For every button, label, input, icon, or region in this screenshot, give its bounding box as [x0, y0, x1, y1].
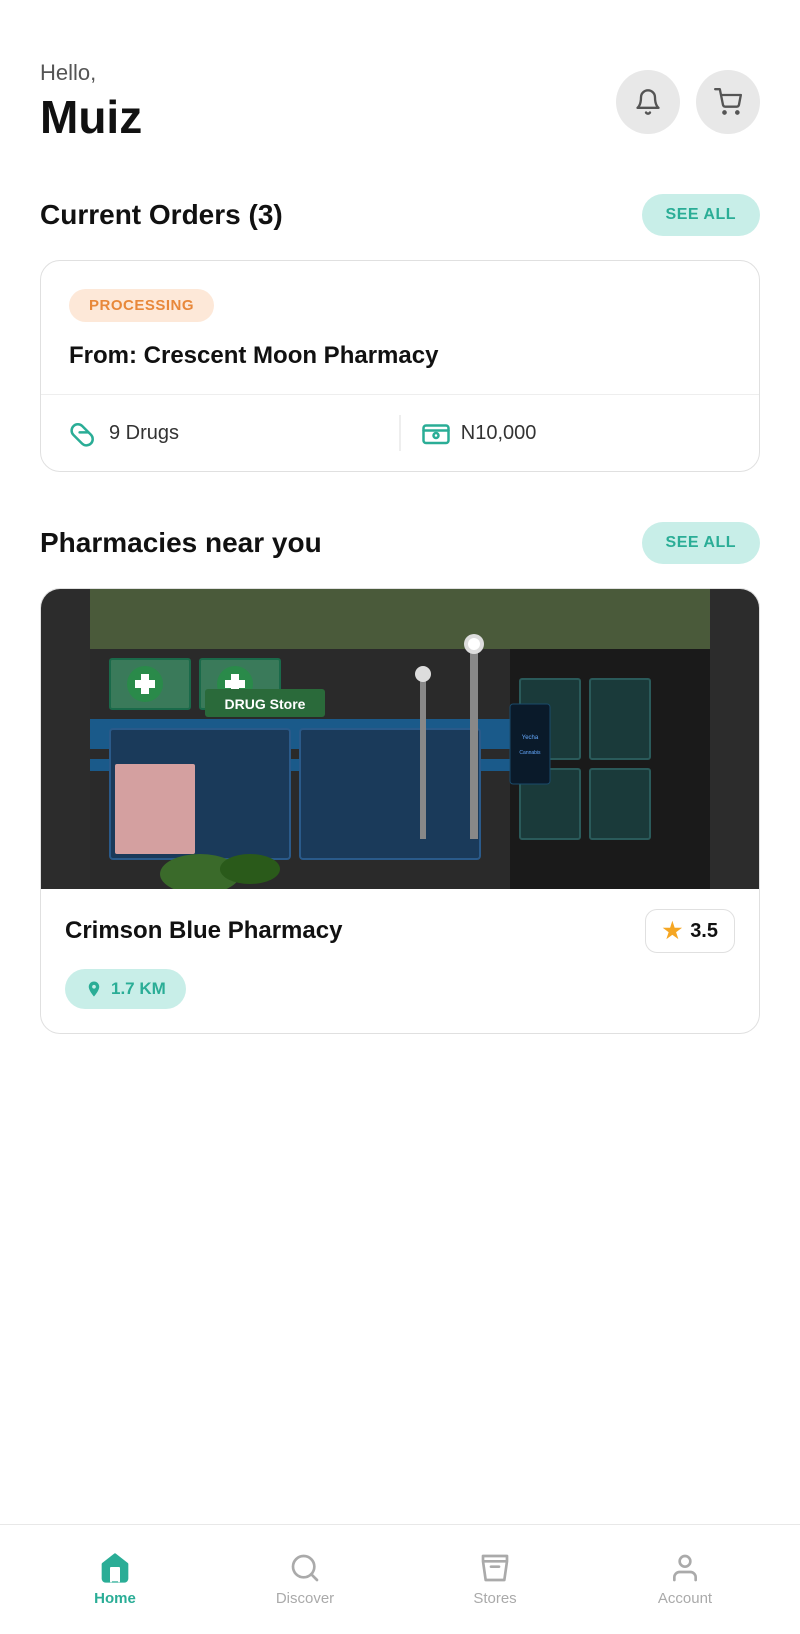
- discover-nav-icon: [289, 1552, 321, 1584]
- pharmacy-card[interactable]: DRUG Store: [40, 588, 760, 1034]
- stores-nav-label: Stores: [473, 1590, 516, 1607]
- cart-icon: [714, 88, 742, 116]
- order-price: N10,000: [461, 422, 537, 445]
- order-card[interactable]: PROCESSING From: Crescent Moon Pharmacy …: [40, 260, 760, 472]
- svg-text:Yecha: Yecha: [522, 735, 539, 741]
- store-facade-image: DRUG Store: [41, 589, 759, 889]
- current-orders-see-all[interactable]: SEE ALL: [642, 194, 760, 236]
- current-orders-title: Current Orders (3): [40, 199, 283, 231]
- greeting-block: Hello, Muiz: [40, 60, 142, 144]
- star-icon: ★: [662, 918, 682, 944]
- pharmacy-name-row: Crimson Blue Pharmacy ★ 3.5: [65, 909, 735, 953]
- pharmacy-image: DRUG Store: [41, 589, 759, 889]
- page-header: Hello, Muiz: [40, 60, 760, 144]
- price-detail: N10,000: [421, 418, 731, 448]
- order-detail-divider: [399, 415, 401, 451]
- account-nav-label: Account: [658, 1590, 712, 1607]
- cart-button[interactable]: [696, 70, 760, 134]
- pharmacies-title: Pharmacies near you: [40, 527, 322, 559]
- account-nav-icon: [669, 1552, 701, 1584]
- pharmacy-name: Crimson Blue Pharmacy: [65, 917, 342, 945]
- drugs-count: 9 Drugs: [109, 422, 179, 445]
- bell-icon: [634, 88, 662, 116]
- processing-badge: PROCESSING: [69, 289, 214, 322]
- location-icon: [85, 980, 103, 998]
- stores-nav-icon: [479, 1552, 511, 1584]
- discover-nav-label: Discover: [276, 1590, 334, 1607]
- distance-badge: 1.7 KM: [65, 969, 186, 1009]
- nav-account[interactable]: Account: [590, 1552, 780, 1607]
- money-icon: [421, 418, 451, 448]
- pharmacy-distance: 1.7 KM: [111, 979, 166, 999]
- order-from: From: Crescent Moon Pharmacy: [69, 342, 731, 370]
- greeting-hello: Hello,: [40, 60, 142, 86]
- rating-badge: ★ 3.5: [645, 909, 735, 953]
- pharmacy-rating: 3.5: [690, 920, 718, 943]
- current-orders-header: Current Orders (3) SEE ALL: [40, 194, 760, 236]
- notification-button[interactable]: [616, 70, 680, 134]
- pharmacies-see-all[interactable]: SEE ALL: [642, 522, 760, 564]
- nav-discover[interactable]: Discover: [210, 1552, 400, 1607]
- header-icons: [616, 70, 760, 134]
- drugs-detail: 9 Drugs: [69, 418, 379, 448]
- svg-text:Cannabis: Cannabis: [519, 750, 541, 756]
- bottom-nav: Home Discover Stores Account: [0, 1524, 800, 1634]
- svg-text:DRUG Store: DRUG Store: [225, 696, 306, 712]
- pharmacy-info: Crimson Blue Pharmacy ★ 3.5 1.7 KM: [41, 889, 759, 1033]
- home-nav-label: Home: [94, 1590, 136, 1607]
- pharmacies-header: Pharmacies near you SEE ALL: [40, 522, 760, 564]
- order-details: 9 Drugs N10,000: [69, 395, 731, 471]
- pill-icon: [69, 418, 99, 448]
- home-nav-icon: [99, 1552, 131, 1584]
- nav-home[interactable]: Home: [20, 1552, 210, 1607]
- nav-stores[interactable]: Stores: [400, 1552, 590, 1607]
- greeting-name: Muiz: [40, 90, 142, 144]
